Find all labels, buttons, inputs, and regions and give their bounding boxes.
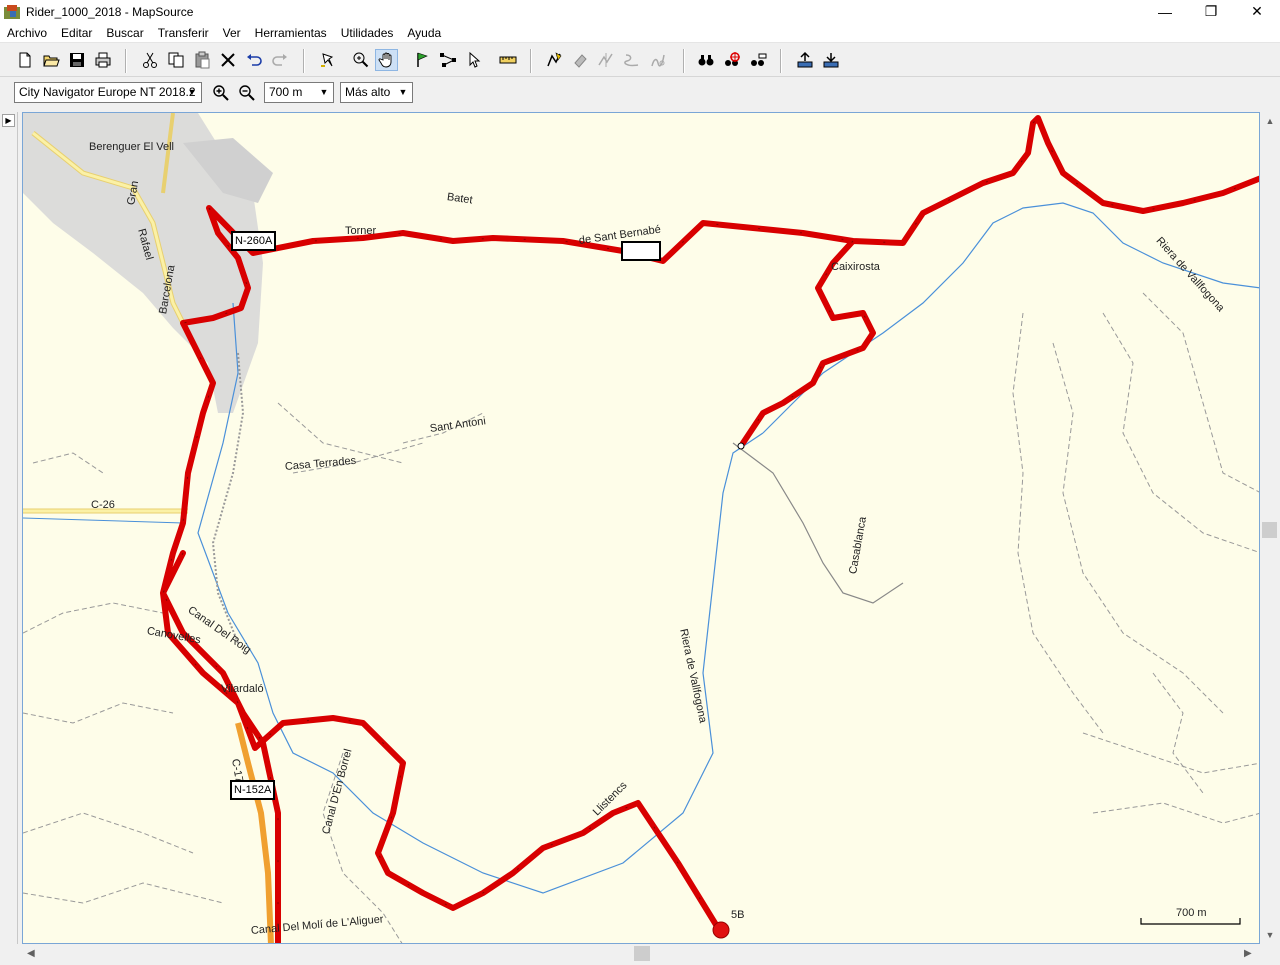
horizontal-scroll-thumb[interactable]: [634, 946, 650, 961]
map-view[interactable]: Berenguer El Vell Batet Torner de Sant B…: [22, 112, 1260, 944]
detail-value: Más alto: [345, 85, 391, 99]
menu-ayuda[interactable]: Ayuda: [400, 23, 448, 43]
place-label: Torner: [345, 225, 377, 237]
chevron-down-icon: ▼: [398, 87, 408, 97]
scroll-up-icon[interactable]: ▲: [1264, 116, 1276, 126]
scroll-down-icon[interactable]: ▼: [1264, 930, 1276, 940]
divide-track-icon[interactable]: [594, 49, 617, 71]
save-icon[interactable]: [65, 49, 88, 71]
main-toolbar: [0, 44, 1280, 77]
place-label: Caixirosta: [831, 261, 880, 273]
zoom-tool-icon[interactable]: [349, 49, 372, 71]
map-toolbar: City Navigator Europe NT 2018.2 ▼ 700 m …: [0, 78, 420, 108]
new-icon[interactable]: [13, 49, 36, 71]
paste-icon[interactable]: [190, 49, 213, 71]
menu-transferir[interactable]: Transferir: [151, 23, 216, 43]
find-address-icon[interactable]: [746, 49, 769, 71]
restore-button[interactable]: ❐: [1188, 0, 1234, 23]
title-bar: Rider_1000_2018 - MapSource — ❐ ✕: [0, 0, 1280, 23]
find-icon[interactable]: [694, 49, 717, 71]
menu-archivo[interactable]: Archivo: [0, 23, 54, 43]
menu-buscar[interactable]: Buscar: [99, 23, 150, 43]
chevron-down-icon: ▼: [187, 87, 197, 97]
place-label: Vilardaló: [221, 683, 264, 695]
scale-select[interactable]: 700 m ▼: [264, 82, 334, 103]
route-tool-icon[interactable]: [436, 49, 459, 71]
menu-utilidades[interactable]: Utilidades: [334, 23, 401, 43]
scrollbar-corner: [1260, 944, 1280, 965]
redo-icon[interactable]: [268, 49, 291, 71]
select-map-icon[interactable]: [315, 49, 338, 71]
receive-from-device-icon[interactable]: [793, 49, 816, 71]
split-track-icon[interactable]: [646, 49, 669, 71]
road-shield: N-260A: [231, 231, 277, 251]
undo-icon[interactable]: [242, 49, 265, 71]
scroll-left-icon[interactable]: ◀: [27, 948, 35, 959]
window-title: Rider_1000_2018 - MapSource: [26, 4, 194, 19]
place-label: Berenguer El Vell: [89, 141, 174, 153]
zoom-out-icon[interactable]: [236, 82, 258, 104]
road-shield: N-152A: [230, 780, 276, 800]
waypoint-label: 5B: [731, 909, 745, 921]
map-product-select[interactable]: City Navigator Europe NT 2018.2 ▼: [14, 82, 202, 103]
cut-icon[interactable]: [138, 49, 161, 71]
horizontal-scrollbar[interactable]: ◀ ▶: [22, 944, 1260, 964]
open-icon[interactable]: [39, 49, 62, 71]
scale-bar-label: 700 m: [1176, 907, 1207, 919]
delete-icon[interactable]: [216, 49, 239, 71]
scale-value: 700 m: [269, 85, 303, 99]
map-product-value: City Navigator Europe NT 2018.2: [19, 85, 196, 99]
copy-icon[interactable]: [164, 49, 187, 71]
expand-pane-icon[interactable]: ▶: [2, 114, 15, 127]
selection-tool-icon[interactable]: [462, 49, 485, 71]
menu-bar: Archivo Editar Buscar Transferir Ver Her…: [0, 23, 1280, 43]
vertical-scroll-thumb[interactable]: [1262, 522, 1277, 538]
road-label: C-26: [91, 499, 115, 511]
close-button[interactable]: ✕: [1234, 0, 1280, 23]
hand-tool-icon[interactable]: [375, 49, 398, 71]
vertical-scrollbar[interactable]: ▲ ▼: [1260, 112, 1280, 944]
road-shield: [621, 241, 661, 261]
menu-ver[interactable]: Ver: [216, 23, 248, 43]
distance-tool-icon[interactable]: [496, 49, 519, 71]
menu-herramientas[interactable]: Herramientas: [248, 23, 334, 43]
collapsed-side-pane: ▶: [0, 112, 18, 944]
print-icon[interactable]: [91, 49, 114, 71]
mapsource-app-icon: [4, 4, 20, 19]
chevron-down-icon: ▼: [319, 87, 329, 97]
track-tool-icon[interactable]: [542, 49, 565, 71]
send-to-device-icon[interactable]: [819, 49, 842, 71]
scroll-right-icon[interactable]: ▶: [1244, 948, 1252, 959]
detail-select[interactable]: Más alto ▼: [340, 82, 413, 103]
eraser-tool-icon[interactable]: [568, 49, 591, 71]
waypoint-tool-icon[interactable]: [410, 49, 433, 71]
join-track-icon[interactable]: [620, 49, 643, 71]
menu-editar[interactable]: Editar: [54, 23, 99, 43]
zoom-in-icon[interactable]: [210, 82, 232, 104]
minimize-button[interactable]: —: [1142, 0, 1188, 23]
find-near-icon[interactable]: [720, 49, 743, 71]
